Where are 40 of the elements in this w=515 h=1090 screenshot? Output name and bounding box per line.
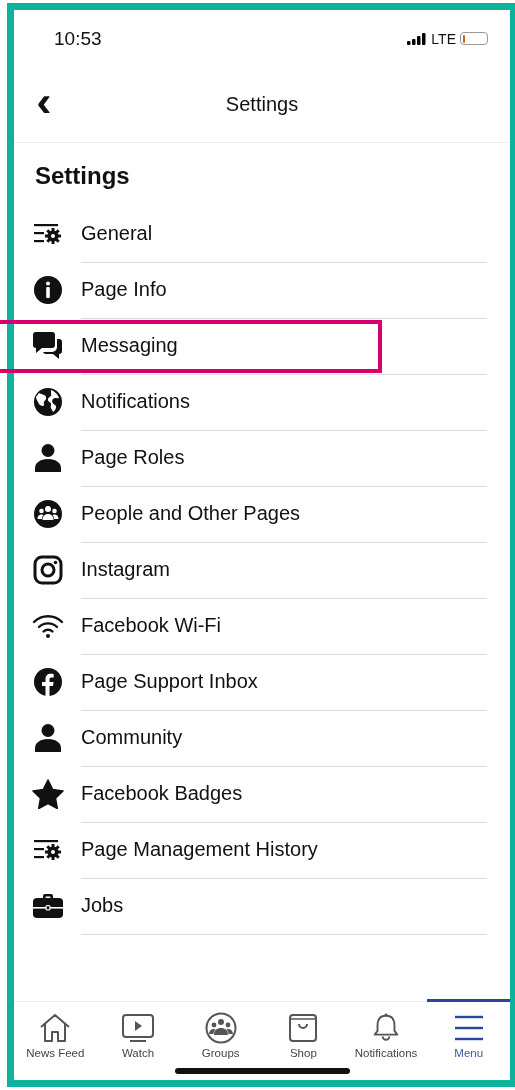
nav-title: Settings	[224, 93, 300, 116]
people-icon	[32, 499, 63, 529]
settings-item[interactable]: Facebook Badges	[81, 765, 487, 823]
facebook-icon	[32, 667, 63, 697]
settings-item[interactable]: Page Roles	[81, 429, 487, 487]
person-icon	[33, 723, 62, 753]
settings-item[interactable]: Notifications	[81, 373, 487, 431]
clock-time: 10:53	[54, 27, 102, 50]
video-icon	[120, 1012, 156, 1044]
wifi-icon	[31, 613, 64, 639]
settings-item[interactable]: Messaging	[81, 317, 487, 375]
settings-item[interactable]: Instagram	[81, 541, 487, 599]
camera-icon	[32, 555, 63, 585]
settings-item[interactable]: Facebook Wi-Fi	[81, 597, 487, 655]
tab-bar-item[interactable]: Groups	[179, 1002, 262, 1068]
settings-item[interactable]: Jobs	[81, 877, 487, 935]
settings-item[interactable]: Page Support Inbox	[81, 653, 487, 711]
settings-item[interactable]: Community	[81, 709, 487, 767]
tab-bar-item[interactable]: Notifications	[344, 1002, 428, 1068]
back-button[interactable]: ‹	[30, 80, 58, 129]
tab-bar-item[interactable]: Shop	[262, 1002, 345, 1068]
tab-bar-item[interactable]: Menu	[427, 1002, 511, 1068]
chat-bubbles-icon	[31, 331, 64, 361]
tab-bar-item[interactable]: News Feed	[14, 1002, 97, 1068]
settings-item[interactable]: Page Info	[81, 261, 487, 319]
person-icon	[33, 443, 62, 473]
signal-icon	[407, 32, 428, 45]
briefcase-icon	[31, 892, 64, 920]
globe-icon	[32, 387, 63, 417]
star-icon	[31, 779, 64, 809]
settings-icon	[32, 839, 63, 861]
settings-item[interactable]: Page Management History	[81, 821, 487, 879]
settings-icon	[32, 223, 63, 245]
section-heading: Settings	[35, 162, 130, 190]
info-icon	[32, 275, 63, 305]
tab-bar-item[interactable]: Watch	[96, 1002, 180, 1068]
settings-item[interactable]: People and Other Pages	[81, 485, 487, 543]
settings-item[interactable]: General	[81, 205, 487, 263]
network-type: LTE	[431, 30, 456, 47]
battery-icon	[460, 32, 488, 45]
